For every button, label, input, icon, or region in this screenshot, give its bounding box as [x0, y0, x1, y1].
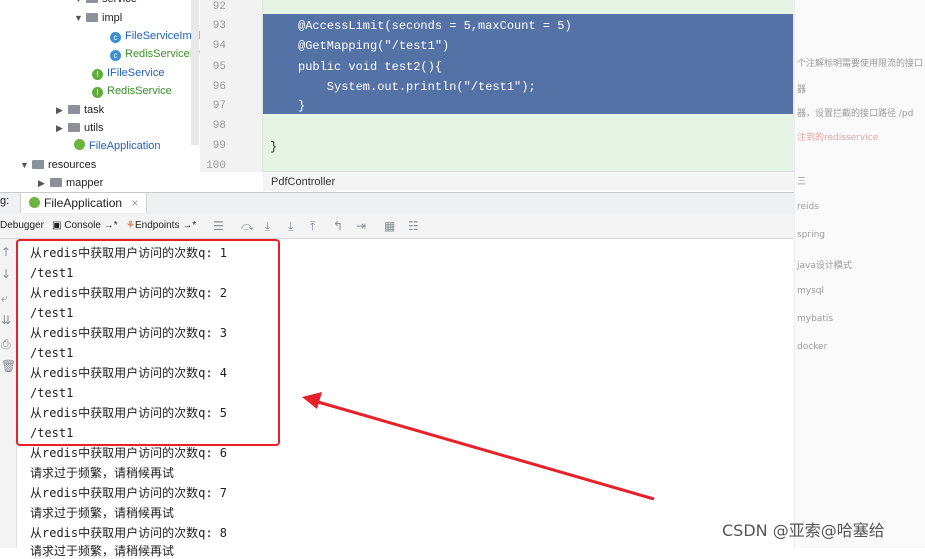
watermark: CSDN @亚索@哈塞给	[722, 521, 885, 540]
arrow-head-icon	[302, 392, 322, 409]
annotation-arrow	[302, 392, 655, 501]
arrow-shaft	[317, 400, 655, 501]
